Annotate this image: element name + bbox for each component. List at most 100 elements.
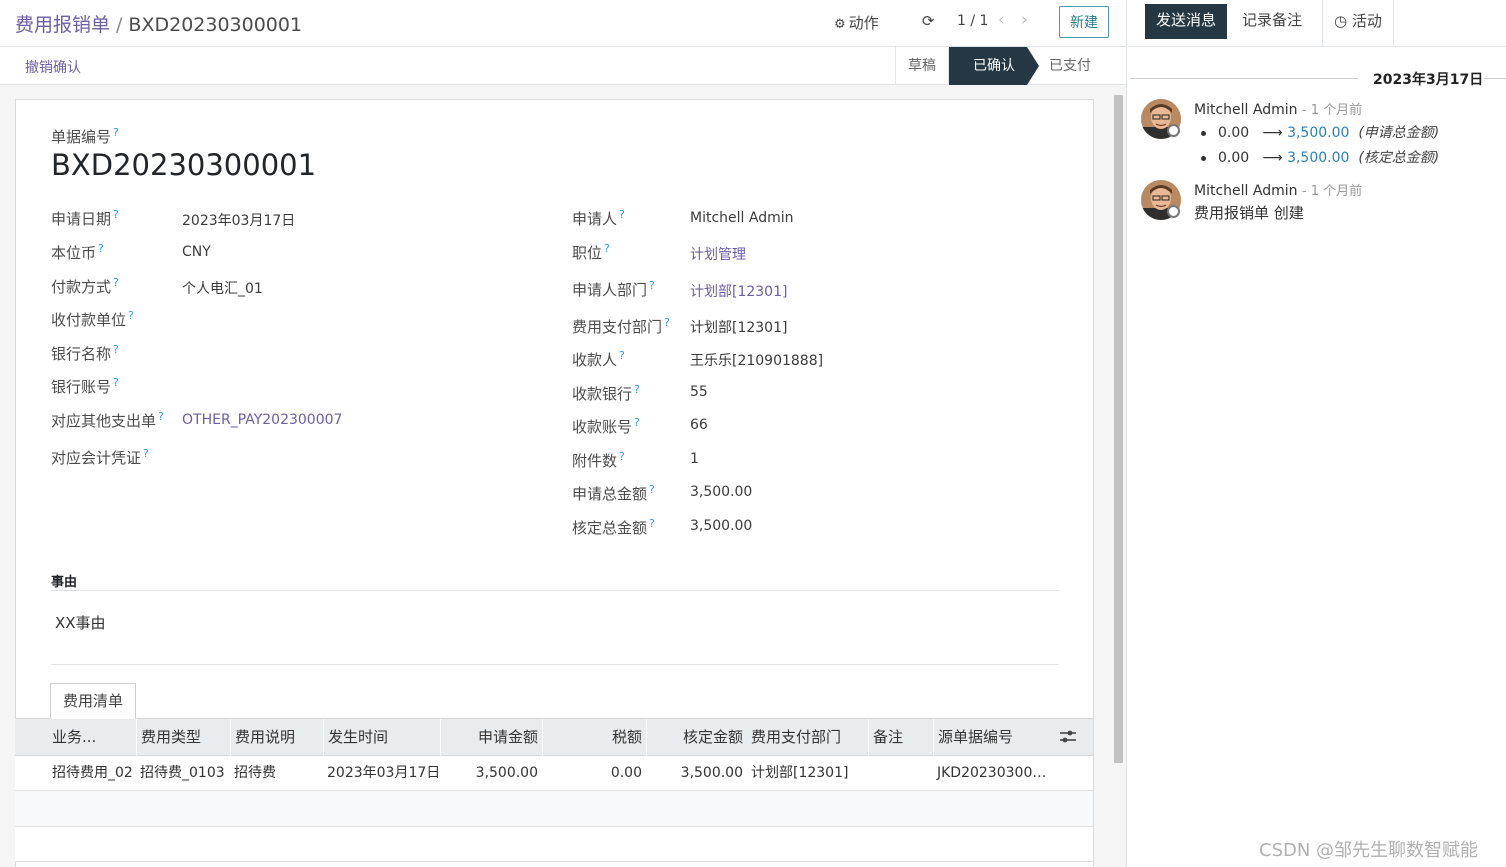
col-header-source-doc[interactable]: 源单据编号 xyxy=(933,719,1052,757)
field-attachments[interactable]: 1 xyxy=(690,451,699,467)
field-position-link[interactable]: 计划管理 xyxy=(690,244,746,264)
control-panel: 费用报销单 / BXD20230300001 ⚙ 动作 ⟳ 1 / 1 ‹ › 新建 xyxy=(0,0,1126,47)
date-separator: 2023年3月17日 xyxy=(1128,69,1506,88)
col-header-approved-amount[interactable]: 核定金额 xyxy=(646,719,747,757)
tracking-value-line: 0.00 ⟶ 3,500.00 (核定总金额) xyxy=(1201,147,1439,167)
col-header-note[interactable]: 备注 xyxy=(868,719,933,757)
col-header-expense-type[interactable]: 费用类型 xyxy=(136,719,229,757)
help-icon[interactable]: ? xyxy=(619,450,625,463)
stage-paid[interactable]: 已支付 xyxy=(1027,47,1103,85)
help-icon[interactable]: ? xyxy=(128,309,134,322)
field-label-applicant-dept: 申请人部门? xyxy=(572,279,655,299)
col-header-expense-dept[interactable]: 费用支付部门 xyxy=(747,719,867,757)
field-payee-bank[interactable]: 55 xyxy=(690,384,708,400)
field-payment-method[interactable]: 个人电汇_01 xyxy=(182,278,263,298)
col-header-apply-amount[interactable]: 申请金额 xyxy=(440,719,542,757)
cell-apply-amount: 3,500.00 xyxy=(475,765,538,781)
expense-lines-table: 业务... 费用类型 费用说明 发生时间 申请金额 税额 核定金额 费用支付部门… xyxy=(15,718,1093,862)
reason-field[interactable]: XX事由 xyxy=(55,612,106,633)
help-icon[interactable]: ? xyxy=(664,316,670,329)
status-bar: 撤销确认 草稿 已确认 已支付 xyxy=(0,47,1126,85)
doc-number-label: 单据编号? xyxy=(51,126,119,146)
breadcrumb-current: BXD20230300001 xyxy=(128,14,303,36)
help-icon[interactable]: ? xyxy=(649,279,655,292)
refresh-icon[interactable]: ⟳ xyxy=(922,12,935,30)
message-date: - 1 个月前 xyxy=(1301,184,1363,199)
undo-confirm-button[interactable]: 撤销确认 xyxy=(25,57,81,77)
field-expense-dept[interactable]: 计划部[12301] xyxy=(690,317,787,337)
chevron-right-icon[interactable]: › xyxy=(1021,10,1028,30)
stage-draft[interactable]: 草稿 xyxy=(895,47,948,85)
table-row-empty xyxy=(15,791,1093,827)
help-icon[interactable]: ? xyxy=(649,517,655,530)
gear-icon: ⚙ xyxy=(834,17,846,32)
field-label-approved-total: 核定总金额? xyxy=(572,517,655,537)
help-icon[interactable]: ? xyxy=(98,242,104,255)
field-apply-date[interactable]: 2023年03月17日 xyxy=(182,210,295,230)
col-header-tax[interactable]: 税额 xyxy=(542,719,646,757)
stage-pipeline: 草稿 已确认 已支付 xyxy=(895,47,1103,85)
field-approved-total[interactable]: 3,500.00 xyxy=(690,518,752,534)
divider xyxy=(1130,78,1358,79)
field-currency[interactable]: CNY xyxy=(182,244,211,260)
breadcrumb: 费用报销单 / BXD20230300001 xyxy=(15,10,302,37)
action-label: 动作 xyxy=(848,14,879,32)
help-icon[interactable]: ? xyxy=(113,208,119,221)
chatter-panel: 发送消息 记录备注 ◷ 活动 2023年3月17日 Mitchell Admin… xyxy=(1128,0,1506,867)
field-payee-account[interactable]: 66 xyxy=(690,417,708,433)
col-header-expense-desc[interactable]: 费用说明 xyxy=(230,719,323,757)
help-icon[interactable]: ? xyxy=(113,343,119,356)
activity-button[interactable]: ◷ 活动 xyxy=(1322,0,1394,47)
scrollbar[interactable] xyxy=(1114,95,1123,763)
optional-columns-icon[interactable] xyxy=(1059,727,1077,747)
help-icon[interactable]: ? xyxy=(649,483,655,496)
help-icon[interactable]: ? xyxy=(619,208,625,221)
table-header: 业务... 费用类型 费用说明 发生时间 申请金额 税额 核定金额 费用支付部门… xyxy=(15,718,1093,757)
help-icon[interactable]: ? xyxy=(604,242,610,255)
field-label-expense-dept: 费用支付部门? xyxy=(572,316,670,336)
log-note-button[interactable]: 记录备注 xyxy=(1231,4,1313,39)
field-label-payee-bank: 收款银行? xyxy=(572,383,640,403)
cell-approved-amount: 3,500.00 xyxy=(680,765,743,781)
cell-occur-time: 2023年03月17日 xyxy=(327,765,440,781)
help-icon[interactable]: ? xyxy=(113,126,119,139)
field-other-payment-link[interactable]: OTHER_PAY202300007 xyxy=(182,412,342,428)
breadcrumb-separator: / xyxy=(116,14,123,36)
help-icon[interactable]: ? xyxy=(113,276,119,289)
chevron-left-icon[interactable]: ‹ xyxy=(998,10,1005,30)
new-button[interactable]: 新建 xyxy=(1059,6,1109,38)
help-icon[interactable]: ? xyxy=(634,383,640,396)
help-icon[interactable]: ? xyxy=(634,416,640,429)
help-icon[interactable]: ? xyxy=(158,410,164,423)
bullet xyxy=(1201,155,1206,161)
breadcrumb-parent-link[interactable]: 费用报销单 xyxy=(15,14,110,36)
field-label-payee-account: 收款账号? xyxy=(572,416,640,436)
presence-status-icon xyxy=(1167,205,1180,218)
field-label-payee-unit: 收付款单位? xyxy=(51,309,134,329)
cell-note xyxy=(868,756,933,791)
message-author: Mitchell Admin - 1 个月前 xyxy=(1194,102,1363,118)
action-menu-button[interactable]: ⚙ 动作 xyxy=(834,12,879,33)
stage-confirmed[interactable]: 已确认 xyxy=(948,47,1039,85)
watermark: CSDN @邹先生聊数智赋能 xyxy=(1259,840,1479,861)
field-apply-total[interactable]: 3,500.00 xyxy=(690,484,752,500)
field-label-position: 职位? xyxy=(572,242,610,262)
field-applicant-dept-link[interactable]: 计划部[12301] xyxy=(690,281,787,301)
send-message-button[interactable]: 发送消息 xyxy=(1145,4,1228,39)
bullet xyxy=(1201,130,1206,136)
help-icon[interactable]: ? xyxy=(113,376,119,389)
help-icon[interactable]: ? xyxy=(143,447,149,460)
divider xyxy=(51,664,1059,665)
table-row[interactable]: 招待费用_02 招待费_0103 招待费 2023年03月17日 3,500.0… xyxy=(15,756,1093,791)
field-payee[interactable]: 王乐乐[210901888] xyxy=(690,350,823,370)
field-applicant[interactable]: Mitchell Admin xyxy=(690,210,794,226)
col-header-business[interactable]: 业务... xyxy=(48,719,136,757)
help-icon[interactable]: ? xyxy=(619,349,625,362)
message-body: 费用报销单 创建 xyxy=(1194,204,1304,222)
tab-expense-lines[interactable]: 费用清单 xyxy=(50,683,136,719)
cell-expense-type: 招待费_0103 xyxy=(140,765,225,781)
pager-value[interactable]: 1 / 1 xyxy=(957,13,988,29)
field-label-payee: 收款人? xyxy=(572,349,625,369)
clock-icon: ◷ xyxy=(1334,12,1348,30)
col-header-occur-time[interactable]: 发生时间 xyxy=(323,719,440,757)
